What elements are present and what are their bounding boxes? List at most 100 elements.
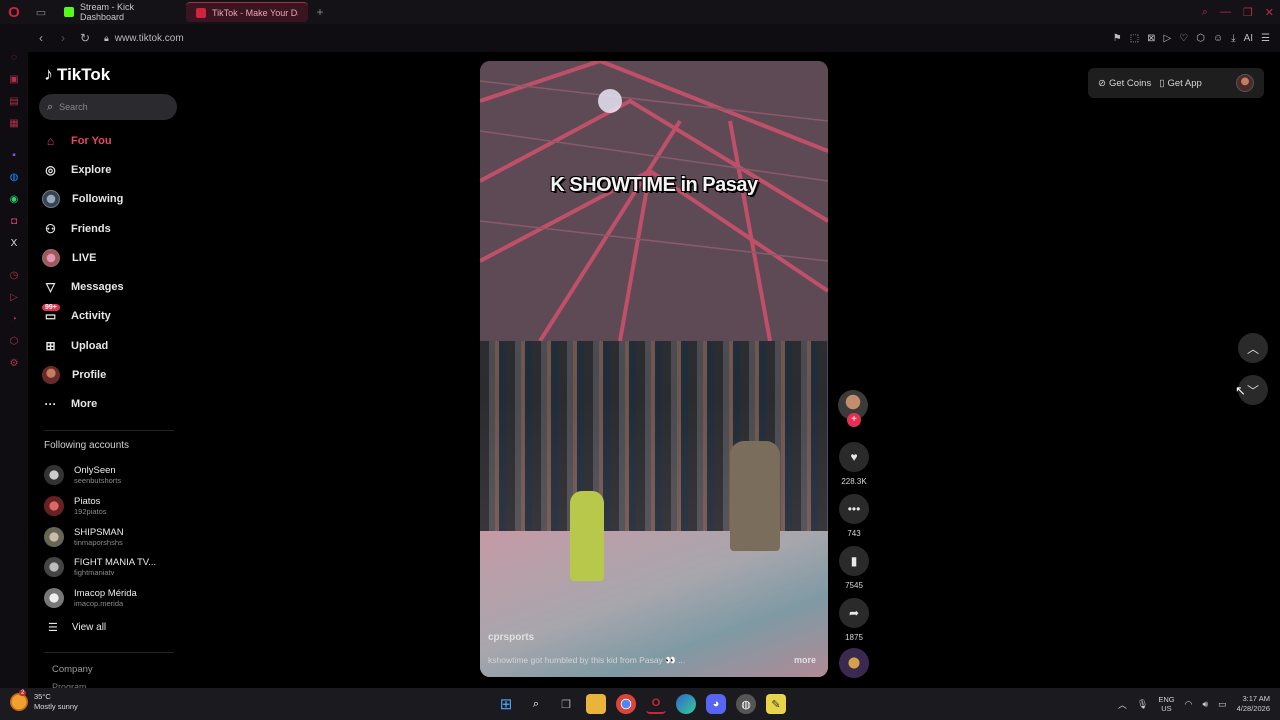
nav-label: Following	[72, 193, 124, 206]
nav-live[interactable]: LIVE	[42, 243, 182, 272]
nav-upload[interactable]: ⊞ Upload	[42, 331, 182, 360]
account-icon[interactable]: ☺	[1213, 33, 1223, 44]
url-field[interactable]: 🔒︎ www.tiktok.com	[104, 33, 184, 44]
account-handle: fightmaniatv	[74, 568, 115, 578]
bag-icon[interactable]: ▣	[0, 68, 28, 90]
account-item[interactable]: SHIPSMAN tinmaporshshs	[44, 521, 184, 552]
battery-icon[interactable]: ▭	[1218, 699, 1227, 710]
opera-gx-icon[interactable]: O	[646, 694, 666, 714]
more-button[interactable]: more	[794, 655, 816, 665]
video-player[interactable]: K SHOWTIME in Pasay cprsports kshowtime …	[480, 61, 828, 677]
discord-icon[interactable]: ◕	[706, 694, 726, 714]
start-icon[interactable]: ⊞	[496, 694, 516, 714]
bookmark-icon[interactable]: ▮	[839, 546, 869, 576]
whatsapp-icon[interactable]: ◉	[0, 188, 28, 210]
tab-kick-dashboard[interactable]: Stream - Kick Dashboard	[54, 2, 182, 22]
file-explorer-icon[interactable]	[586, 694, 606, 714]
play-icon[interactable]: ▷	[1164, 33, 1172, 44]
notes-icon[interactable]: ✎	[766, 694, 786, 714]
app-icon[interactable]: ◍	[736, 694, 756, 714]
maximize-icon[interactable]: ❐	[1243, 6, 1253, 19]
extensions-icon[interactable]: ⬡	[0, 330, 28, 352]
task-view-icon[interactable]: ❐	[556, 694, 576, 714]
lang-code: ENG	[1158, 695, 1175, 704]
nav-more[interactable]: ··· More	[42, 390, 182, 419]
nav-label: Upload	[71, 339, 109, 352]
clock[interactable]: 3:17 AM 4/28/2026	[1237, 694, 1270, 714]
bookmark-icon[interactable]: ⚑	[1113, 33, 1122, 44]
creator-avatar[interactable]: +	[838, 390, 868, 427]
wallet-icon[interactable]: ▤	[0, 90, 28, 112]
m-app-icon[interactable]: ▦	[0, 112, 28, 134]
history-icon[interactable]: ◷	[0, 264, 28, 286]
account-handle: seenbutshorts	[74, 476, 122, 486]
clock-icon[interactable]: ◔	[0, 308, 28, 330]
workspaces-icon[interactable]: ▭	[28, 0, 54, 24]
like-action: ♥ 228.3K	[838, 442, 870, 486]
messenger-icon[interactable]: ◍	[0, 166, 28, 188]
search-input[interactable]: ⌕ Search	[39, 94, 177, 120]
get-app-button[interactable]: ▯ Get App	[1159, 78, 1202, 89]
nav-explore[interactable]: ◎ Explore	[42, 155, 182, 184]
minimize-icon[interactable]: —	[1220, 6, 1231, 18]
extension-icon[interactable]: ⬡	[1196, 33, 1205, 44]
video-username[interactable]: cprsports	[488, 632, 534, 643]
search-icon[interactable]: ⌕	[526, 694, 546, 714]
get-coins-button[interactable]: ⊘ Get Coins	[1098, 78, 1151, 89]
account-avatar	[44, 496, 64, 517]
new-tab-plus-icon[interactable]: +	[312, 5, 328, 19]
reload-icon[interactable]: ↻	[76, 31, 94, 45]
opera-logo-icon[interactable]: O	[0, 0, 28, 24]
menu-icon[interactable]: ☰	[1261, 33, 1270, 44]
wifi-icon[interactable]: ◠	[1185, 699, 1193, 710]
account-item[interactable]: OnlySeen seenbutshorts	[44, 460, 184, 491]
nav-profile[interactable]: Profile	[42, 360, 182, 389]
account-item[interactable]: Imacop Mérida imacop.merida	[44, 583, 184, 614]
language-indicator[interactable]: ENG US	[1158, 695, 1174, 713]
x-icon[interactable]: X	[0, 232, 28, 254]
nav-activity[interactable]: ▭ 99+ Activity	[42, 302, 182, 331]
previous-video-button[interactable]: ︿	[1238, 333, 1268, 363]
opera-sidebar: ◌ ▣ ▤ ▦ ▪ ◍ ◉ ◘ X ◷ ▷ ◔ ⬡ ⚙	[0, 24, 28, 688]
close-window-icon[interactable]: ✕	[1265, 6, 1274, 19]
account-item[interactable]: FIGHT MANIA TV... fightmaniatv	[44, 552, 184, 583]
company-link[interactable]: Company	[52, 664, 93, 675]
nav-messages[interactable]: ▽ Messages	[42, 272, 182, 301]
view-all-button[interactable]: ☰ View all	[48, 621, 106, 634]
player-icon[interactable]: ▷	[0, 286, 28, 308]
chevron-up-icon[interactable]: ︿	[1118, 698, 1127, 711]
aria-icon[interactable]: ◌	[0, 46, 28, 68]
nav-friends[interactable]: ⚇ Friends	[42, 214, 182, 243]
settings-icon[interactable]: ⚙	[0, 352, 28, 374]
adblock-icon[interactable]: ⊠	[1147, 33, 1155, 44]
twitch-icon[interactable]: ▪	[0, 144, 28, 166]
plus-square-icon: ⊞	[45, 338, 56, 353]
account-item[interactable]: Piatos 192piatos	[44, 491, 184, 522]
heart-icon[interactable]: ♡	[1179, 33, 1188, 44]
microphone-icon[interactable]: 🎙︎	[1137, 699, 1148, 710]
heart-icon[interactable]: ♥	[839, 442, 869, 472]
weather-widget[interactable]: 2 35°C Mostly sunny	[10, 690, 78, 712]
chrome-icon[interactable]	[616, 694, 636, 714]
back-icon[interactable]: ‹	[32, 31, 50, 45]
forward-icon[interactable]: ›	[54, 31, 72, 45]
share-icon[interactable]: ➦	[839, 598, 869, 628]
instagram-icon[interactable]: ◘	[0, 210, 28, 232]
follow-plus-icon[interactable]: +	[847, 413, 861, 427]
ai-label[interactable]: AI	[1244, 33, 1253, 44]
nav-for-you[interactable]: ⌂ For You	[42, 126, 182, 155]
music-disc-icon[interactable]	[839, 648, 869, 678]
tiktok-logo[interactable]: ♪ TikTok	[44, 64, 110, 85]
nav-following[interactable]: Following	[42, 185, 182, 214]
comment-count: 743	[847, 529, 861, 538]
snapshot-icon[interactable]: ⬚	[1130, 33, 1139, 44]
user-avatar[interactable]	[1236, 74, 1254, 92]
child-figure	[570, 491, 604, 581]
edge-icon[interactable]	[676, 694, 696, 714]
search-tabs-icon[interactable]: ⌕	[1202, 6, 1208, 19]
comment-icon[interactable]: •••	[839, 494, 869, 524]
download-icon[interactable]: ⤓	[1231, 33, 1235, 44]
system-tray: ︿ 🎙︎ ENG US ◠ 🔊︎ ▭ 3:17 AM 4/28/2026	[1118, 688, 1270, 720]
volume-icon[interactable]: 🔊︎	[1202, 699, 1208, 710]
tab-tiktok[interactable]: TikTok - Make Your Da	[186, 2, 308, 22]
